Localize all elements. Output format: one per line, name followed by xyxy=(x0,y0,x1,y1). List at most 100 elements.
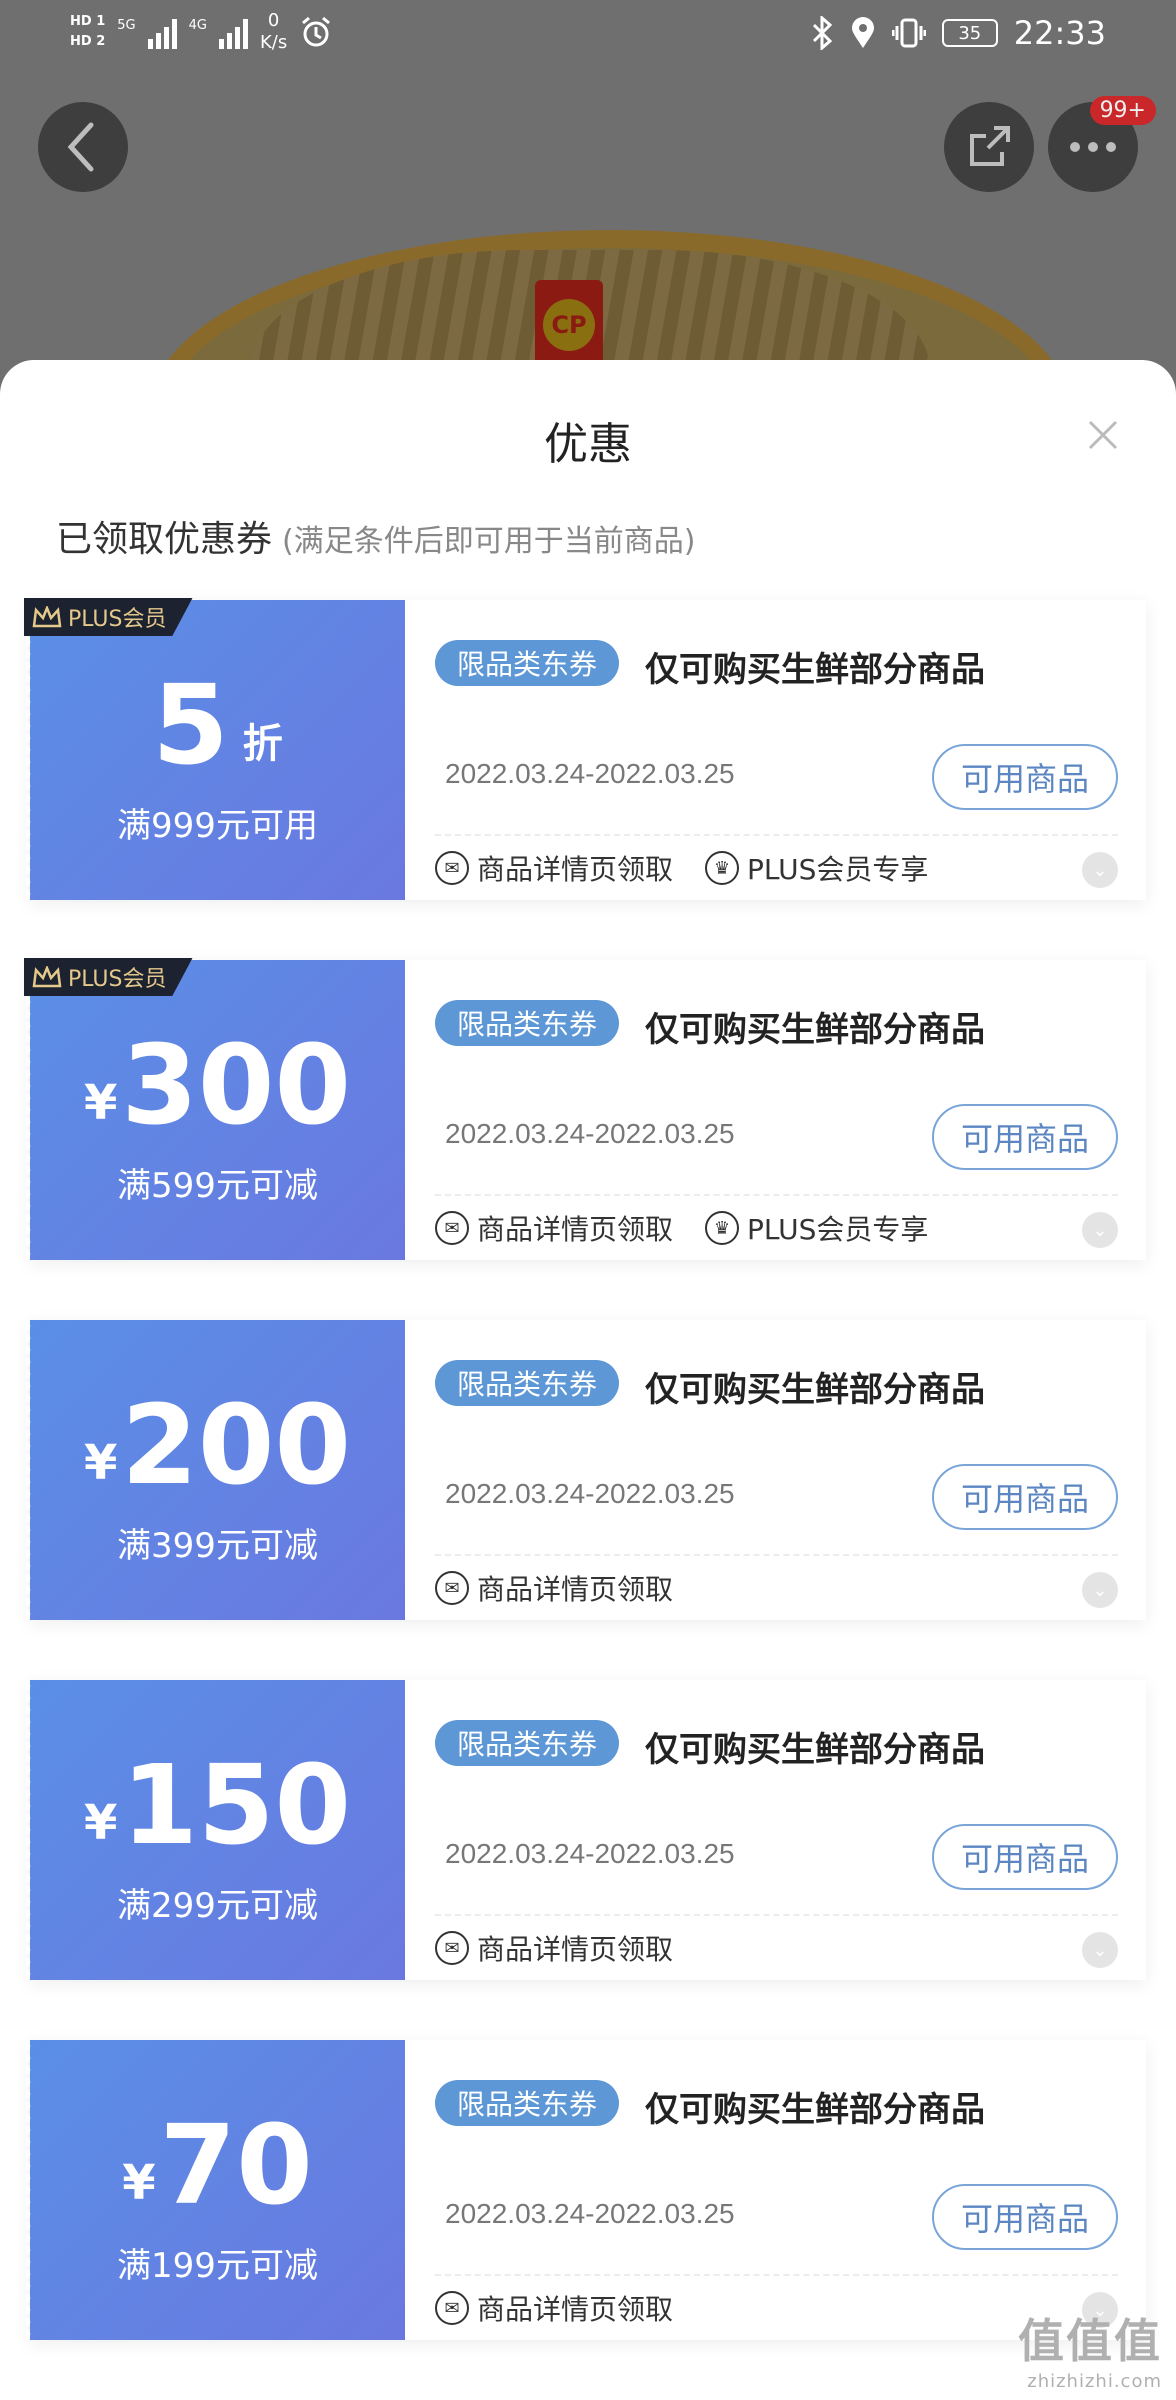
expand-button[interactable]: ⌄ xyxy=(1082,1572,1118,1608)
currency-symbol: ¥ xyxy=(83,1075,118,1131)
coupon-sheet: 优惠 已领取优惠券 (满足条件后即可用于当前商品) PLUS会员 5折 满999元… xyxy=(0,360,1176,2400)
crown-icon xyxy=(32,966,62,988)
share-button[interactable] xyxy=(944,102,1034,192)
claim-source-tag: ✉ 商品详情页领取 xyxy=(435,1208,673,1248)
coupon-value-panel: PLUS会员 5折 满999元可用 xyxy=(24,598,405,900)
plus-exclusive-tag: ♛ PLUS会员专享 xyxy=(705,1208,928,1248)
coupon-tags: ✉ 商品详情页领取 xyxy=(435,1924,673,1972)
coupon-details: 限品类东券 仅可购买生鲜部分商品 2022.03.24-2022.03.25 可… xyxy=(405,960,1146,1260)
coupon-type-badge: 限品类东券 xyxy=(435,1000,620,1046)
close-button[interactable] xyxy=(1078,410,1128,460)
ticket-icon: ✉ xyxy=(435,2291,469,2325)
sheet-title: 优惠 xyxy=(544,419,632,470)
available-products-button[interactable]: 可用商品 xyxy=(932,744,1118,810)
back-button[interactable] xyxy=(38,102,128,192)
more-button[interactable]: 99+ xyxy=(1048,96,1156,192)
available-products-button[interactable]: 可用商品 xyxy=(932,1464,1118,1530)
available-products-button[interactable]: 可用商品 xyxy=(932,2184,1118,2250)
coupon-card: ¥70 满199元可减 限品类东券 仅可购买生鲜部分商品 2022.03.24-… xyxy=(26,2040,1146,2340)
coupon-validity: 2022.03.24-2022.03.25 xyxy=(445,1118,735,1149)
claim-source-tag: ✉ 商品详情页领取 xyxy=(435,848,673,888)
expand-button[interactable]: ⌄ xyxy=(1082,1932,1118,1968)
coupon-type-badge: 限品类东券 xyxy=(435,1720,620,1766)
coupon-details: 限品类东券 仅可购买生鲜部分商品 2022.03.24-2022.03.25 可… xyxy=(405,1680,1146,1980)
available-products-button[interactable]: 可用商品 xyxy=(932,1104,1118,1170)
coupon-condition: 满599元可减 xyxy=(117,1166,318,1206)
plus-member-tag-label: PLUS会员 xyxy=(68,967,167,992)
bluetooth-icon xyxy=(812,16,832,50)
coupon-value-panel: PLUS会员 ¥300 满599元可减 xyxy=(24,958,405,1260)
currency-symbol: ¥ xyxy=(83,1795,118,1851)
network-speed-unit: K/s xyxy=(259,32,288,53)
brand-logo: CP xyxy=(535,280,603,370)
dashed-divider xyxy=(435,2274,1118,2276)
section-header: 已领取优惠券 (满足条件后即可用于当前商品) xyxy=(56,510,695,562)
coupon-amount: ¥70 xyxy=(30,2110,405,2238)
ticket-icon: ✉ xyxy=(435,1931,469,1965)
claim-source-label: 商品详情页领取 xyxy=(477,1573,674,1606)
section-note: (满足条件后即可用于当前商品) xyxy=(282,524,696,559)
coupon-amount-value: 150 xyxy=(121,1741,352,1869)
coupon-scope: 仅可购买生鲜部分商品 xyxy=(645,1370,985,1410)
coupon-validity: 2022.03.24-2022.03.25 xyxy=(445,758,735,789)
site-watermark: 值值值 zhizhizhi.com xyxy=(1018,2305,1162,2392)
coupon-card: PLUS会员 ¥300 满599元可减 限品类东券 仅可购买生鲜部分商品 202… xyxy=(24,958,1146,1260)
expand-button[interactable]: ⌄ xyxy=(1082,852,1118,888)
ticket-icon: ✉ xyxy=(435,851,469,885)
signal-strength-2-icon xyxy=(218,15,248,49)
network-5g-label: 5G xyxy=(117,18,136,33)
dashed-divider xyxy=(435,834,1118,836)
coupon-tags: ✉ 商品详情页领取 xyxy=(435,1564,673,1612)
coupon-value-panel: ¥150 满299元可减 xyxy=(26,1680,405,1980)
coupon-tags: ✉ 商品详情页领取 ♛ PLUS会员专享 xyxy=(435,844,928,892)
ticket-icon: ✉ xyxy=(435,1571,469,1605)
chevron-down-icon: ⌄ xyxy=(1092,1939,1108,1961)
share-icon xyxy=(970,126,1010,166)
plus-member-tag: PLUS会员 xyxy=(24,598,193,636)
plus-exclusive-label: PLUS会员专享 xyxy=(747,1213,929,1246)
coupon-validity: 2022.03.24-2022.03.25 xyxy=(445,1838,735,1869)
coupon-details: 限品类东券 仅可购买生鲜部分商品 2022.03.24-2022.03.25 可… xyxy=(405,2040,1146,2340)
hd2-label: HD 2 xyxy=(70,34,106,49)
coupon-amount-value: 5 xyxy=(152,661,229,789)
coupon-scope: 仅可购买生鲜部分商品 xyxy=(645,2090,985,2130)
coupon-condition: 满399元可减 xyxy=(117,1526,318,1566)
expand-button[interactable]: ⌄ xyxy=(1082,1212,1118,1248)
coupon-value-panel: ¥70 满199元可减 xyxy=(26,2040,405,2340)
network-4g-label: 4G xyxy=(188,18,207,33)
claim-source-tag: ✉ 商品详情页领取 xyxy=(435,1928,673,1968)
plus-member-tag: PLUS会员 xyxy=(24,958,193,996)
close-icon xyxy=(1088,420,1118,450)
coupon-card: ¥200 满399元可减 限品类东券 仅可购买生鲜部分商品 2022.03.24… xyxy=(26,1320,1146,1620)
chevron-down-icon: ⌄ xyxy=(1092,859,1108,881)
available-products-button[interactable]: 可用商品 xyxy=(932,1824,1118,1890)
hd-indicator: HD 1 HD 2 xyxy=(70,12,105,52)
coupon-amount-value: 70 xyxy=(159,2101,313,2229)
coupon-amount: ¥300 xyxy=(30,1030,405,1158)
status-bar: HD 1 HD 2 5G 4G 0 K/s 35 22:33 xyxy=(0,0,1176,76)
claim-source-label: 商品详情页领取 xyxy=(477,853,674,886)
coupon-tags: ✉ 商品详情页领取 xyxy=(435,2284,673,2332)
dashed-divider xyxy=(435,1194,1118,1196)
coupon-card: ¥150 满299元可减 限品类东券 仅可购买生鲜部分商品 2022.03.24… xyxy=(26,1680,1146,1980)
plus-exclusive-label: PLUS会员专享 xyxy=(747,853,929,886)
battery-level: 35 xyxy=(958,22,982,44)
coupon-validity: 2022.03.24-2022.03.25 xyxy=(445,2198,735,2229)
coupon-amount-value: 200 xyxy=(121,1381,352,1509)
coupon-amount: 5折 xyxy=(30,670,405,799)
ticket-icon: ✉ xyxy=(435,1211,469,1245)
coupon-details: 限品类东券 仅可购买生鲜部分商品 2022.03.24-2022.03.25 可… xyxy=(405,1320,1146,1620)
crown-icon: ♛ xyxy=(705,851,740,885)
watermark-url: zhizhizhi.com xyxy=(1027,2371,1162,2392)
plus-member-tag-label: PLUS会员 xyxy=(68,607,167,632)
coupon-scope: 仅可购买生鲜部分商品 xyxy=(645,1730,985,1770)
plus-exclusive-tag: ♛ PLUS会员专享 xyxy=(705,848,928,888)
notification-badge: 99+ xyxy=(1089,96,1156,125)
crown-icon: ♛ xyxy=(705,1211,740,1245)
coupon-amount-unit: 折 xyxy=(242,721,283,767)
alarm-icon xyxy=(302,16,331,47)
clock: 22:33 xyxy=(1013,14,1106,52)
brand-logo-text: CP xyxy=(543,299,595,351)
chevron-down-icon: ⌄ xyxy=(1092,1579,1108,1601)
location-icon xyxy=(851,17,874,48)
